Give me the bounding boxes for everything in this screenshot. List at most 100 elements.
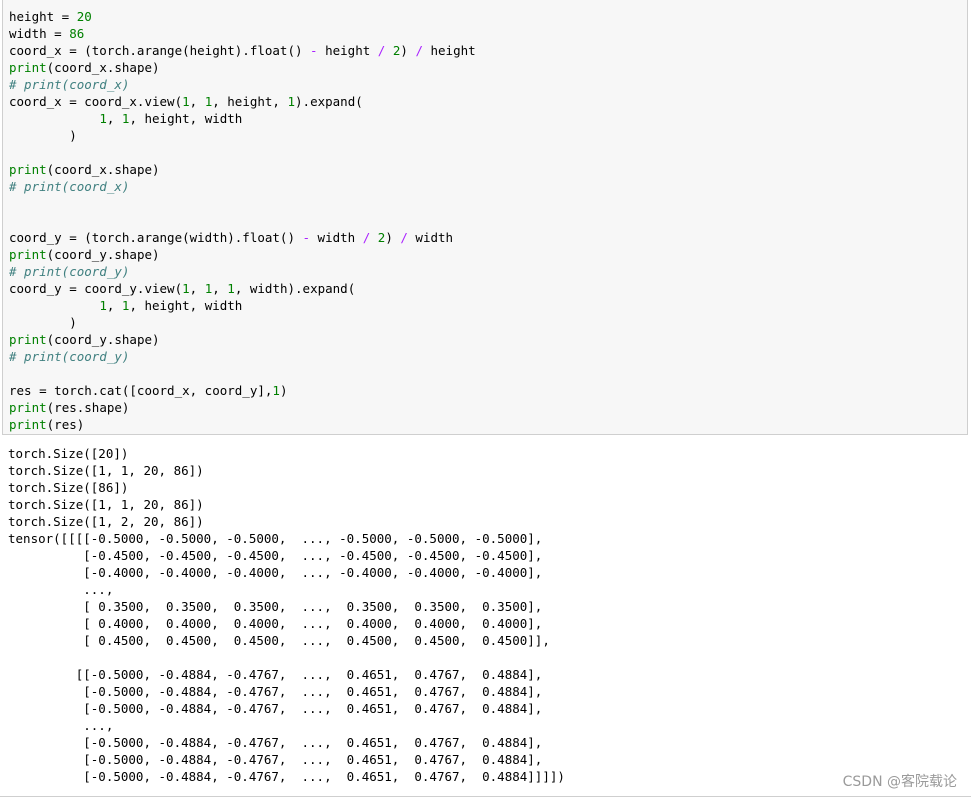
code-token: ,	[189, 94, 205, 109]
code-token: height =	[9, 9, 77, 24]
code-token: , width).expand(	[234, 281, 356, 296]
output-line: torch.Size([1, 1, 20, 86])	[8, 497, 204, 512]
code-token: width =	[9, 26, 70, 41]
output-line: tensor([[[[-0.5000, -0.5000, -0.5000, ..…	[8, 531, 543, 546]
code-token: # print(coord_y)	[9, 264, 130, 279]
output-line: torch.Size([1, 2, 20, 86])	[8, 514, 204, 529]
code-input-cell[interactable]: height = 20 width = 86 coord_x = (torch.ar…	[2, 0, 968, 435]
code-line: # print(coord_x)	[9, 76, 476, 93]
code-line: )	[9, 127, 476, 144]
code-token: ,	[189, 281, 205, 296]
output-line: torch.Size([1, 1, 20, 86])	[8, 463, 204, 478]
code-token: res = torch.cat([coord_x, coord_y],	[9, 383, 273, 398]
code-token: 1	[182, 281, 190, 296]
code-token: # print(coord_x)	[9, 77, 130, 92]
output-line: ...,	[8, 582, 114, 597]
code-token: 1	[287, 94, 296, 109]
code-token: print	[9, 332, 47, 347]
code-token: )	[279, 383, 288, 398]
output-line: [[-0.5000, -0.4884, -0.4767, ..., 0.4651…	[8, 667, 543, 682]
code-token: coord_y = (torch.arange(width).float()	[9, 230, 303, 245]
cell-divider	[0, 796, 971, 797]
output-line: [ 0.4000, 0.4000, 0.4000, ..., 0.4000, 0…	[8, 616, 543, 631]
code-token: print	[9, 400, 47, 415]
code-token: coord_x = coord_x.view(	[9, 94, 183, 109]
code-line: # print(coord_x)	[9, 178, 476, 195]
code-token: 1	[182, 94, 190, 109]
code-token: print	[9, 162, 47, 177]
code-token: print	[9, 417, 47, 432]
code-line: height = 20	[9, 8, 476, 25]
code-token: (coord_x.shape)	[46, 60, 160, 75]
output-line: [-0.4500, -0.4500, -0.4500, ..., -0.4500…	[8, 548, 543, 563]
code-line: )	[9, 314, 476, 331]
code-token: )	[385, 230, 401, 245]
code-token: ).expand(	[295, 94, 363, 109]
output-text: torch.Size([20]) torch.Size([1, 1, 20, 86…	[8, 445, 565, 785]
code-token: (coord_y.shape)	[46, 332, 160, 347]
code-token: -	[310, 43, 318, 58]
code-token: print	[9, 247, 47, 262]
code-line: width = 86	[9, 25, 476, 42]
code-token: 20	[76, 9, 92, 24]
code-token: 1	[99, 111, 107, 126]
output-line: [-0.5000, -0.4884, -0.4767, ..., 0.4651,…	[8, 769, 565, 784]
code-token: , height, width	[129, 298, 243, 313]
code-token: , height,	[212, 94, 288, 109]
code-token: )	[9, 128, 77, 143]
code-line: coord_y = coord_y.view(1, 1, 1, width).e…	[9, 280, 476, 297]
code-token: )	[400, 43, 416, 58]
code-token: print	[9, 60, 47, 75]
output-line: torch.Size([20])	[8, 446, 129, 461]
code-token: (coord_y.shape)	[46, 247, 160, 262]
code-token: /	[400, 230, 408, 245]
code-token: -	[302, 230, 311, 245]
code-token: 86	[69, 26, 85, 41]
code-token: # print(coord_y)	[9, 349, 130, 364]
output-line: [ 0.4500, 0.4500, 0.4500, ..., 0.4500, 0…	[8, 633, 550, 648]
code-token: width	[310, 230, 363, 245]
output-line: [-0.5000, -0.4884, -0.4767, ..., 0.4651,…	[8, 752, 543, 767]
code-token: (res.shape)	[46, 400, 130, 415]
output-line: [-0.5000, -0.4884, -0.4767, ..., 0.4651,…	[8, 735, 543, 750]
output-line: torch.Size([86])	[8, 480, 129, 495]
output-line: ...,	[8, 718, 114, 733]
output-line: [ 0.3500, 0.3500, 0.3500, ..., 0.3500, 0…	[8, 599, 543, 614]
code-token: ,	[106, 111, 122, 126]
code-token: 1	[272, 383, 280, 398]
code-token: ,	[212, 281, 228, 296]
code-token: width	[407, 230, 454, 245]
code-line: print(coord_x.shape)	[9, 59, 476, 76]
code-token: (coord_x.shape)	[46, 162, 160, 177]
code-token: , height, width	[129, 111, 243, 126]
code-line: 1, 1, height, width	[9, 110, 476, 127]
output-line: [-0.5000, -0.4884, -0.4767, ..., 0.4651,…	[8, 701, 543, 716]
output-line: [-0.4000, -0.4000, -0.4000, ..., -0.4000…	[8, 565, 543, 580]
code-line: coord_x = coord_x.view(1, 1, height, 1).…	[9, 93, 476, 110]
code-token: height	[317, 43, 378, 58]
code-line: coord_x = (torch.arange(height).float() …	[9, 42, 476, 59]
code-line: coord_y = (torch.arange(width).float() -…	[9, 229, 476, 246]
output-line: [-0.5000, -0.4884, -0.4767, ..., 0.4651,…	[8, 684, 543, 699]
code-output-cell: torch.Size([20]) torch.Size([1, 1, 20, 86…	[2, 437, 968, 797]
code-token: /	[415, 43, 423, 58]
code-line: print(res.shape)	[9, 399, 476, 416]
code-line: print(res)	[9, 416, 476, 433]
code-line: # print(coord_y)	[9, 348, 476, 365]
code-token: coord_y = coord_y.view(	[9, 281, 183, 296]
code-line: res = torch.cat([coord_x, coord_y],1)	[9, 382, 476, 399]
code-token: ,	[106, 298, 122, 313]
watermark-text: CSDN @客院载论	[842, 774, 957, 790]
code-line: 1, 1, height, width	[9, 297, 476, 314]
code-token: (res)	[46, 417, 85, 432]
code-line: # print(coord_y)	[9, 263, 476, 280]
code-editor[interactable]: height = 20 width = 86 coord_x = (torch.ar…	[9, 8, 476, 433]
code-token: coord_x = (torch.arange(height).float()	[9, 43, 311, 58]
